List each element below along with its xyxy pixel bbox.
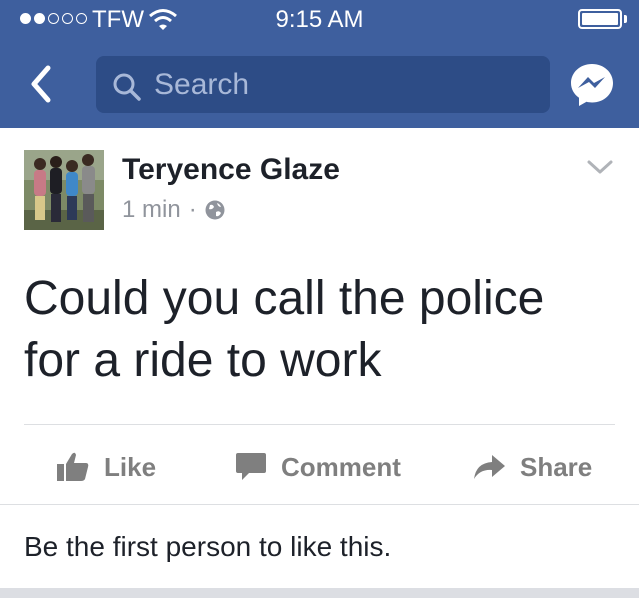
likes-summary: Be the first person to like this. [24, 531, 392, 562]
avatar[interactable] [24, 150, 104, 230]
comment-button[interactable]: Comment [235, 438, 401, 496]
back-button[interactable] [22, 62, 62, 106]
like-button[interactable]: Like [56, 438, 156, 496]
share-arrow-icon [474, 455, 505, 479]
meta-separator: · [188, 196, 197, 223]
post-time[interactable]: 1 min [122, 196, 181, 224]
divider-top [24, 424, 615, 425]
search-placeholder: Search [154, 68, 250, 101]
globe-icon [205, 200, 225, 220]
battery-icon [578, 9, 622, 29]
divider-bottom [0, 504, 639, 505]
like-label: Like [104, 451, 157, 482]
comment-icon [236, 453, 266, 480]
thumbs-up-icon [57, 452, 89, 481]
action-bar: Like Comment Share [0, 438, 639, 496]
share-label: Share [520, 451, 593, 482]
status-bar: TFW 9:15 AM [0, 0, 639, 40]
status-time: 9:15 AM [275, 6, 364, 33]
battery-tip [624, 15, 627, 23]
share-button[interactable]: Share [472, 438, 592, 496]
avatar-photo [24, 150, 104, 230]
post-text: Could you call the police for a ride to … [24, 268, 624, 392]
bottom-separator [0, 588, 639, 598]
nav-bar: Search [0, 40, 639, 128]
comment-label: Comment [281, 451, 401, 482]
post-text-line-2: for a ride to work [24, 334, 382, 387]
top-chrome: TFW 9:15 AM Search [0, 0, 639, 128]
post-options-chevron-icon[interactable] [585, 157, 615, 177]
messenger-icon [571, 64, 613, 106]
back-chevron-icon [31, 65, 51, 103]
messenger-button[interactable] [569, 62, 615, 108]
search-input[interactable]: Search [96, 56, 550, 113]
post-meta: 1 min · [122, 196, 225, 224]
author-name[interactable]: Teryence Glaze [122, 153, 340, 187]
search-icon [113, 73, 141, 101]
post-text-line-1: Could you call the police [24, 272, 545, 325]
